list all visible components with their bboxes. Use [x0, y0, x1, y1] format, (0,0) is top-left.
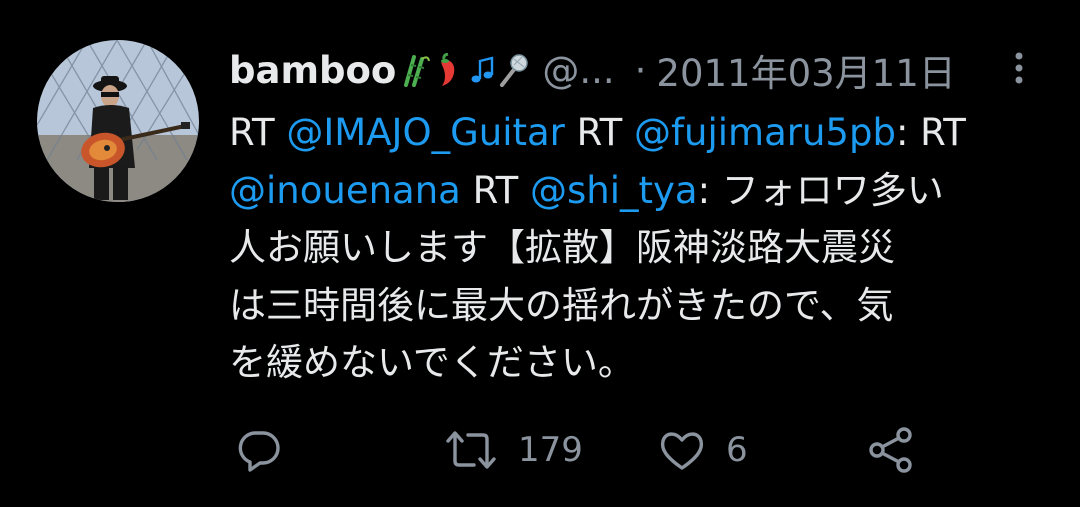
tweet-text-line: を緩めないでください。 [229, 341, 635, 384]
tweet-text-line: @inouenana RT @shi_tya: フォロワ多い [229, 162, 1049, 220]
separator-dot: · [634, 48, 647, 92]
tweet-header: bamboo @... · 2011年03月11日 [229, 42, 1029, 98]
like-count: 6 [726, 430, 748, 470]
retweet-count: 179 [518, 430, 583, 470]
tweet-text: RT @IMAJO_Guitar RT @fujimaru5pb: RT @in… [229, 104, 1049, 392]
tweet-text-line: 人お願いします【拡散】阪神淡路大震災 [229, 226, 895, 269]
share-icon [866, 425, 918, 475]
tweet-text-line: は三時間後に最大の揺れがきたので、気 [229, 283, 894, 327]
text-segment: RT [564, 111, 635, 154]
action-bar: 179 6 [0, 420, 1080, 480]
chili-pepper-emoji-icon [434, 53, 460, 87]
like-button[interactable]: 6 [658, 420, 748, 480]
retweet-icon [444, 427, 498, 473]
music-notes-emoji-icon [470, 55, 494, 85]
text-segment: : RT [895, 111, 966, 154]
text-segment: RT [229, 111, 287, 154]
mention-link[interactable]: @shi_tya [530, 169, 698, 212]
tweet[interactable]: bamboo @... · 2011年03月11日 RT @IMAJO_Guit… [0, 0, 1080, 507]
share-button[interactable] [866, 420, 918, 480]
text-segment: : フォロワ多い [697, 168, 944, 212]
reply-button[interactable] [236, 420, 282, 480]
text-segment: RT [460, 168, 530, 212]
tweet-date[interactable]: 2011年03月11日 [656, 43, 955, 97]
user-handle[interactable]: @... [542, 49, 614, 92]
avatar[interactable] [37, 40, 199, 202]
display-name[interactable]: bamboo [229, 49, 396, 92]
heart-icon [658, 427, 706, 473]
reply-icon [236, 427, 282, 473]
retweet-button[interactable]: 179 [444, 420, 583, 480]
bamboo-emoji-icon [400, 53, 431, 87]
more-options-icon[interactable] [1008, 50, 1030, 86]
microphone-emoji-icon [498, 53, 529, 87]
mention-link[interactable]: @fujimaru5pb [634, 111, 896, 154]
tweet-text-line: RT @IMAJO_Guitar RT @fujimaru5pb: RT [229, 104, 1049, 162]
mention-link[interactable]: @IMAJO_Guitar [286, 111, 564, 154]
mention-link[interactable]: @inouenana [229, 169, 461, 212]
